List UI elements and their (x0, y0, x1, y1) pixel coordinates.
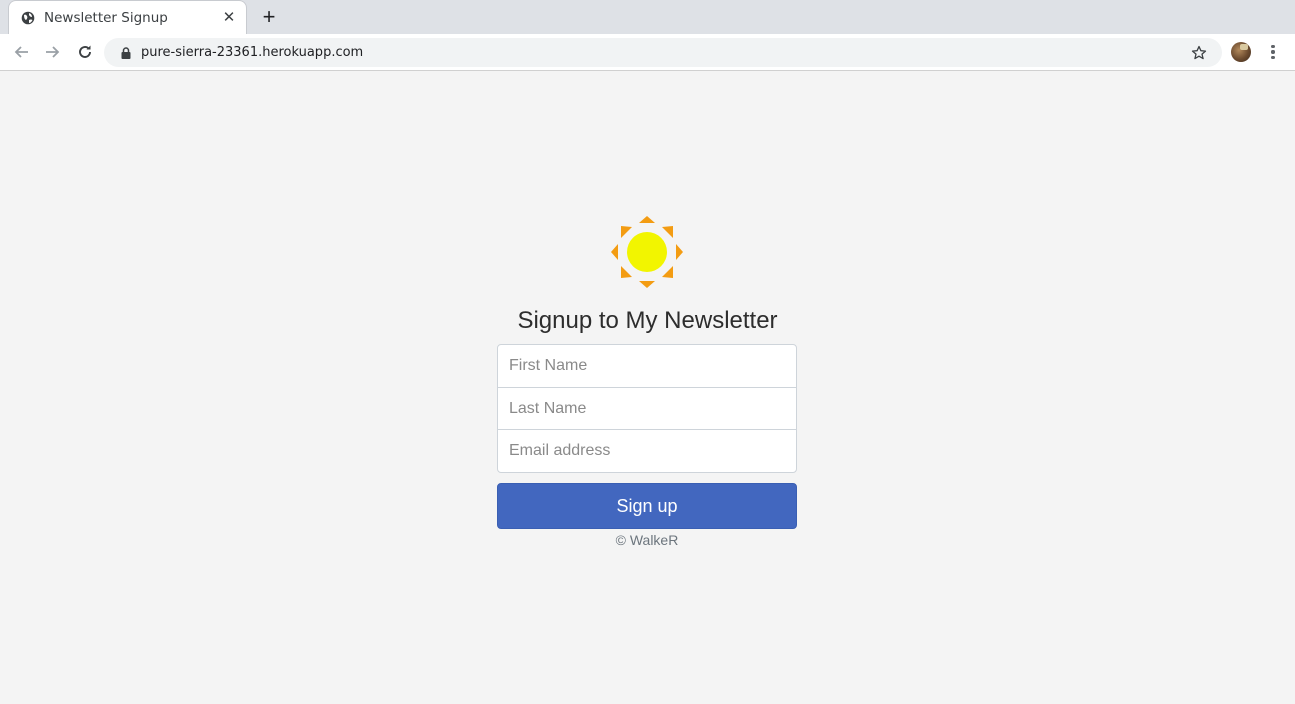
forward-arrow-icon[interactable] (43, 42, 63, 62)
plus-icon[interactable]: + (259, 6, 279, 28)
avatar[interactable] (1231, 42, 1251, 62)
page-title: Signup to My Newsletter (517, 307, 778, 334)
first-name-field[interactable] (497, 344, 797, 388)
signup-button[interactable]: Sign up (497, 483, 797, 529)
email-field[interactable] (497, 429, 797, 473)
page-content: Signup to My Newsletter Sign up © WalkeR (0, 72, 1295, 704)
browser-tab[interactable]: Newsletter Signup ✕ (8, 0, 247, 34)
more-menu-icon[interactable] (1266, 43, 1280, 61)
lock-icon[interactable] (120, 46, 132, 60)
browser-toolbar: pure-sierra-23361.herokuapp.com (0, 34, 1295, 71)
tab-strip: Newsletter Signup ✕ + (0, 0, 1295, 34)
last-name-field[interactable] (497, 387, 797, 430)
back-arrow-icon[interactable] (11, 42, 31, 62)
tab-title: Newsletter Signup (44, 9, 168, 26)
star-icon[interactable] (1190, 44, 1208, 62)
copyright-footer: © WalkeR (615, 532, 679, 548)
address-bar[interactable]: pure-sierra-23361.herokuapp.com (104, 38, 1222, 67)
close-icon[interactable]: ✕ (221, 10, 237, 26)
globe-icon (20, 10, 36, 26)
url-text[interactable]: pure-sierra-23361.herokuapp.com (141, 45, 363, 60)
reload-icon[interactable] (75, 42, 95, 62)
signup-form: Sign up © WalkeR (497, 344, 797, 548)
sun-logo-icon (610, 216, 684, 288)
